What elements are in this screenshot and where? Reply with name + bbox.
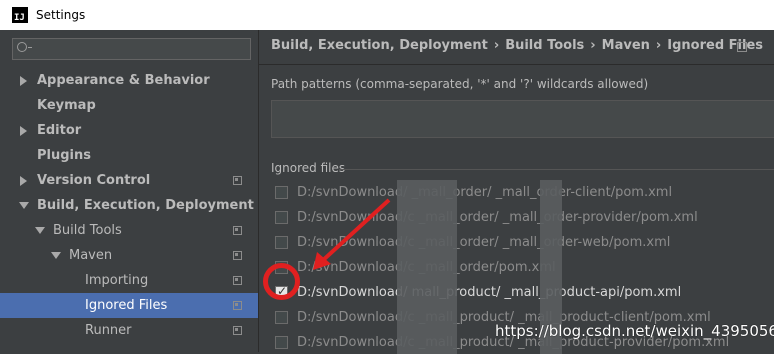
sidebar-item-label: Importing bbox=[85, 273, 149, 288]
sidebar-item-label: Version Control bbox=[37, 173, 151, 188]
annotation-highlight-circle bbox=[263, 263, 300, 300]
chevron-right-icon[interactable] bbox=[20, 175, 27, 186]
intellij-logo-icon: IJ bbox=[12, 7, 28, 23]
sidebar-item-runner[interactable]: Runner bbox=[0, 318, 258, 343]
sidebar-item-plugins[interactable]: Plugins bbox=[0, 143, 258, 168]
project-settings-icon bbox=[233, 176, 242, 185]
watermark-text: https://blog.csdn.net/weixin_43950568 bbox=[495, 322, 774, 340]
sidebar-item-maven[interactable]: Maven bbox=[0, 243, 258, 268]
chevron-down-icon[interactable] bbox=[19, 202, 29, 209]
sidebar-item-keymap[interactable]: Keymap bbox=[0, 93, 258, 118]
sidebar-item-appearance-behavior[interactable]: Appearance & Behavior bbox=[0, 68, 258, 93]
sidebar-item-importing[interactable]: Importing bbox=[0, 268, 258, 293]
project-settings-icon bbox=[233, 226, 242, 235]
sidebar-item-editor[interactable]: Editor bbox=[0, 118, 258, 143]
sidebar-item-label: Keymap bbox=[37, 98, 96, 113]
sidebar-item-label: Editor bbox=[37, 123, 82, 138]
project-settings-icon bbox=[233, 301, 242, 310]
settings-content-panel: Build, Execution, Deployment › Build Tools… bbox=[259, 30, 774, 354]
chevron-down-icon[interactable] bbox=[51, 252, 61, 259]
window-title: Settings bbox=[36, 8, 86, 22]
sidebar-item-label: Build Tools bbox=[53, 223, 122, 238]
settings-search-input[interactable] bbox=[12, 38, 251, 60]
settings-sidebar: Appearance & Behavior Keymap Editor Plug… bbox=[0, 30, 258, 352]
sidebar-item-ignored-files[interactable]: Ignored Files bbox=[0, 293, 258, 318]
sidebar-item-label: Build, Execution, Deployment bbox=[37, 198, 254, 213]
chevron-down-icon[interactable] bbox=[35, 227, 45, 234]
sidebar-item-label: Appearance & Behavior bbox=[37, 73, 210, 88]
chevron-right-icon[interactable] bbox=[20, 75, 27, 86]
sidebar-item-label: Plugins bbox=[37, 148, 91, 163]
sidebar-item-label: Ignored Files bbox=[85, 298, 168, 313]
project-settings-icon bbox=[233, 276, 242, 285]
sidebar-item-version-control[interactable]: Version Control bbox=[0, 168, 258, 193]
project-settings-icon bbox=[233, 251, 242, 260]
project-settings-icon bbox=[233, 326, 242, 335]
sidebar-item-label: Maven bbox=[69, 248, 113, 263]
search-icon bbox=[17, 42, 32, 52]
annotation-arrow-icon bbox=[313, 198, 391, 270]
sidebar-item-build-tools[interactable]: Build Tools bbox=[0, 218, 258, 243]
window-titlebar: IJ Settings bbox=[0, 0, 774, 30]
sidebar-item-label: Runner bbox=[85, 323, 132, 338]
sidebar-item-build-execution-deployment[interactable]: Build, Execution, Deployment bbox=[0, 193, 258, 218]
chevron-right-icon[interactable] bbox=[20, 125, 27, 136]
